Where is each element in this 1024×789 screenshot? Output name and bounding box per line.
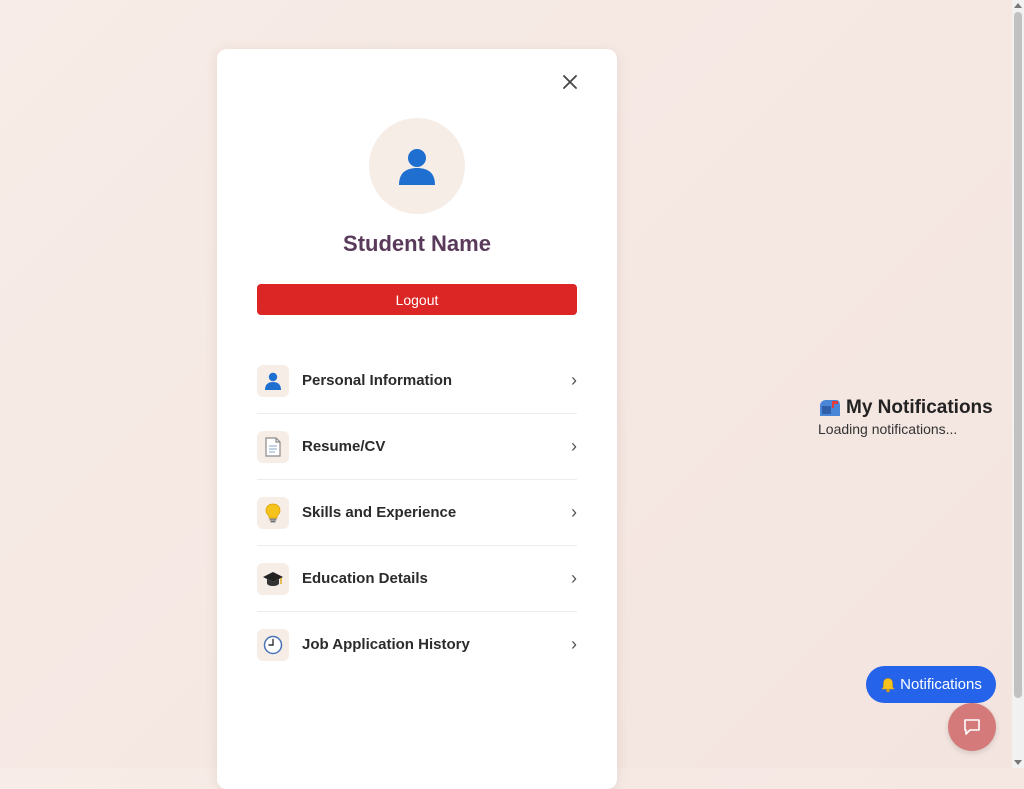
chevron-right-icon: › [571,370,577,390]
menu-item-label: Personal Information [302,372,453,389]
lightbulb-icon [257,496,289,529]
chevron-right-icon: › [571,502,577,522]
chat-button[interactable] [948,703,996,751]
person-icon [399,149,435,185]
person-icon [257,364,289,397]
menu-item-label: Education Details [302,570,428,587]
scroll-down-arrow-icon[interactable] [1014,760,1022,765]
close-icon [563,75,577,89]
mailbox-icon [820,400,840,416]
avatar [369,118,465,214]
logout-button[interactable]: Logout [257,284,577,315]
close-button[interactable] [559,71,581,93]
menu-item-skills-and-experience[interactable]: Skills and Experience › [257,480,577,546]
menu-item-label: Skills and Experience [302,504,457,521]
menu-item-personal-information[interactable]: Personal Information › [257,348,577,414]
chevron-right-icon: › [571,568,577,588]
notifications-title: My Notifications [818,397,1008,419]
menu-item-education-details[interactable]: Education Details › [257,546,577,612]
scroll-thumb[interactable] [1014,12,1022,698]
menu-item-label: Job Application History [302,636,470,653]
menu-item-job-application-history[interactable]: Job Application History › [257,612,577,677]
notifications-button[interactable]: Notifications [866,666,996,703]
profile-menu: Personal Information › Resume/CV › Skill… [257,348,577,677]
document-icon [257,430,289,463]
graduation-cap-icon [257,562,289,595]
page-scrollbar[interactable] [1012,0,1024,768]
chevron-right-icon: › [571,436,577,456]
profile-panel: Student Name Logout Personal Information… [217,49,617,789]
chat-bubble-icon [964,719,980,735]
chevron-right-icon: › [571,634,577,654]
notifications-title-text: My Notifications [846,397,993,418]
bell-icon [881,677,895,692]
scroll-up-arrow-icon[interactable] [1014,3,1022,8]
student-name: Student Name [343,231,491,256]
menu-item-resume-cv[interactable]: Resume/CV › [257,414,577,480]
clock-icon [257,628,289,661]
notifications-status: Loading notifications... [818,421,958,437]
notifications-button-label: Notifications [900,676,982,693]
notifications-panel: My Notifications Loading notifications..… [818,397,1008,437]
menu-item-label: Resume/CV [302,438,386,455]
